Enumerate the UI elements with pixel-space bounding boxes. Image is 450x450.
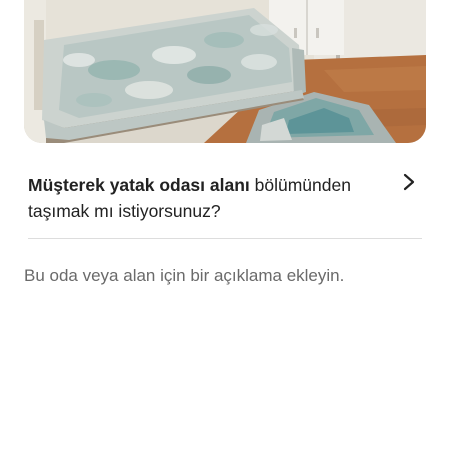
move-room-row[interactable]: Müşterek yatak odası alanı bölümünden ta… — [28, 172, 422, 226]
move-room-question: Müşterek yatak odası alanı bölümünden ta… — [28, 172, 378, 224]
description-field[interactable]: Bu oda veya alan için bir açıklama ekley… — [24, 264, 424, 288]
room-photo[interactable] — [24, 0, 426, 143]
room-detail-page: Müşterek yatak odası alanı bölümünden ta… — [0, 0, 450, 450]
space-name: Müşterek yatak odası alanı — [28, 175, 250, 195]
room-photo-image — [24, 0, 426, 143]
section-divider — [28, 238, 422, 239]
chevron-right-icon[interactable] — [402, 173, 416, 191]
